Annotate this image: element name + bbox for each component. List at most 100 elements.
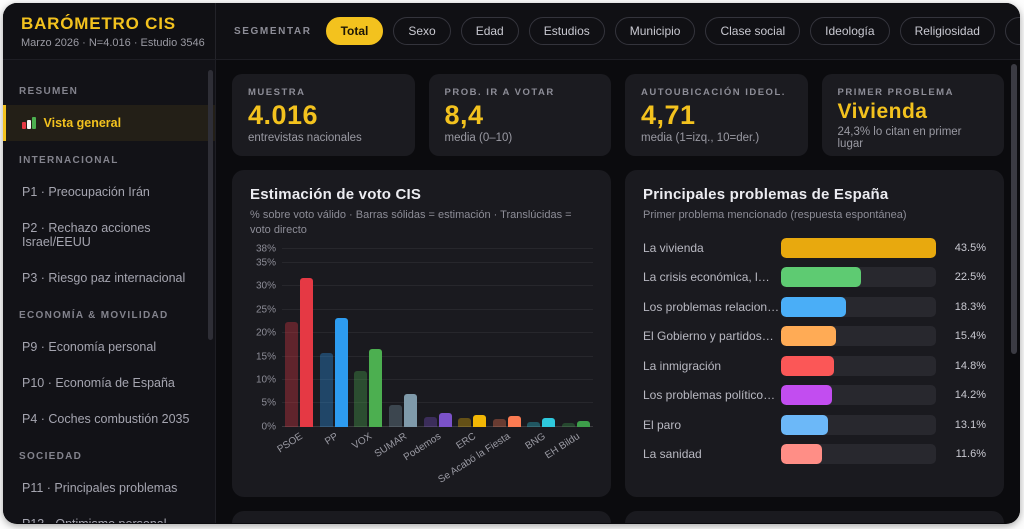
estimation-bar-vox[interactable] — [369, 349, 382, 427]
sidebar-item-p13-optimismo-personal[interactable]: P13 · Optimismo personal — [3, 506, 215, 523]
estimation-bar-bng[interactable] — [542, 418, 555, 427]
kpi-label: PRIMER PROBLEMA — [838, 87, 989, 98]
problem-bar-fill[interactable] — [781, 356, 834, 376]
segment-tab-municipio[interactable]: Municipio — [615, 17, 696, 45]
charts-row: Estimación de voto CIS % sobre voto váli… — [232, 170, 1004, 497]
sidebar-item-p2-rechazo-acciones-israel-eeuu[interactable]: P2 · Rechazo acciones Israel/EEUU — [3, 210, 215, 260]
main-scrollbar[interactable] — [1011, 64, 1017, 354]
problem-bar-track — [781, 297, 936, 317]
y-tick-label: 10% — [256, 374, 276, 385]
kpi-row: MUESTRA4.016entrevistas nacionalesPROB. … — [232, 74, 1004, 156]
problem-bar-fill[interactable] — [781, 297, 846, 317]
problem-value: 13.1% — [936, 419, 986, 431]
x-tick-label: PSOE — [276, 431, 305, 455]
segment-tab-religiosidad[interactable]: Religiosidad — [900, 17, 995, 45]
sidebar: RESUMENVista generalINTERNACIONALP1 · Pr… — [3, 60, 216, 523]
y-tick-label: 5% — [262, 398, 276, 409]
x-label-cell: Se Acabó la Fiesta — [489, 427, 524, 485]
sidebar-section-title: RESUMEN — [3, 72, 215, 105]
sidebar-scrollbar[interactable] — [208, 70, 213, 340]
bar-group-bng — [524, 249, 559, 427]
clipped-card — [625, 511, 1004, 523]
bar-group-pp — [317, 249, 352, 427]
y-axis: 0%5%10%15%20%25%30%35%38% — [250, 249, 282, 427]
x-label-cell: PSOE — [282, 427, 317, 485]
segment-tab-recuerdo-de-voto[interactable]: Recuerdo de voto — [1005, 17, 1020, 45]
problem-bar-track — [781, 356, 936, 376]
problems-card: Principales problemas de España Primer p… — [625, 170, 1004, 497]
direct-vote-bar-erc[interactable] — [458, 418, 471, 426]
sidebar-item-p3-riesgo-paz-internacional[interactable]: P3 · Riesgo paz internacional — [3, 260, 215, 296]
segment-tab-ideología[interactable]: Ideología — [810, 17, 889, 45]
sidebar-section-title: SOCIEDAD — [3, 437, 215, 470]
sidebar-item-p1-preocupaci-n-ir-n[interactable]: P1 · Preocupación Irán — [3, 174, 215, 210]
y-tick-label: 20% — [256, 328, 276, 339]
estimation-bar-podemos[interactable] — [439, 413, 452, 427]
vote-chart-plot-wrap: 0%5%10%15%20%25%30%35%38% — [250, 249, 593, 427]
segment-tabs: Total Sexo Edad Estudios Municipio Clase soci… — [326, 17, 1020, 45]
estimation-bar-sumar[interactable] — [404, 394, 417, 427]
sidebar-item-label: P11 · Principales problemas — [22, 481, 177, 495]
kpi-subtext: 24,3% lo citan en primer lugar — [838, 126, 989, 150]
kpi-value: 8,4 — [445, 101, 596, 129]
kpi-label: AUTOUBICACIÓN IDEOL. — [641, 87, 792, 98]
problem-row-6: El paro13.1% — [643, 414, 986, 435]
sidebar-item-p4-coches-combusti-n-2035[interactable]: P4 · Coches combustión 2035 — [3, 401, 215, 437]
kpi-card-prob-ir-a-votar: PROB. IR A VOTAR8,4media (0–10) — [429, 74, 612, 156]
sidebar-item-p10-econom-a-de-espa-a[interactable]: P10 · Economía de España — [3, 365, 215, 401]
estimation-bar-erc[interactable] — [473, 415, 486, 427]
problem-bar-fill[interactable] — [781, 238, 936, 258]
x-tick-label: ERC — [454, 431, 478, 452]
problem-bar-fill[interactable] — [781, 444, 822, 464]
x-label-cell: EH Bildu — [559, 427, 594, 485]
problem-bar-fill[interactable] — [781, 326, 836, 346]
segment-tab-sexo[interactable]: Sexo — [393, 17, 450, 45]
segment-tab-estudios[interactable]: Estudios — [529, 17, 605, 45]
sidebar-item-p11-principales-problemas[interactable]: P11 · Principales problemas — [3, 470, 215, 506]
direct-vote-bar-sumar[interactable] — [389, 405, 402, 427]
problem-bar-fill[interactable] — [781, 415, 828, 435]
sidebar-item-label: P2 · Rechazo acciones Israel/EEUU — [22, 221, 199, 249]
vote-estimation-card: Estimación de voto CIS % sobre voto váli… — [232, 170, 611, 497]
problem-row-7: La sanidad11.6% — [643, 444, 986, 465]
vote-chart-title: Estimación de voto CIS — [250, 186, 593, 203]
problem-bar-fill[interactable] — [781, 385, 832, 405]
direct-vote-bar-podemos[interactable] — [424, 417, 437, 427]
sidebar-section-title: INTERNACIONAL — [3, 141, 215, 174]
kpi-value: Vivienda — [838, 101, 989, 123]
sidebar-item-p9-econom-a-personal[interactable]: P9 · Economía personal — [3, 329, 215, 365]
direct-vote-bar-pp[interactable] — [320, 353, 333, 427]
problem-bar-track — [781, 385, 936, 405]
problem-label: El Gobierno y partidos… — [643, 329, 781, 343]
problem-label: La inmigración — [643, 359, 781, 373]
segment-bar: SEGMENTAR TotalSexoEdadEstudiosMunicipio… — [216, 17, 1020, 45]
y-tick-label: 30% — [256, 281, 276, 292]
segment-tab-clase-social[interactable]: Clase social — [705, 17, 800, 45]
estimation-bar-se-acab-la-fiesta[interactable] — [508, 416, 521, 427]
sidebar-item-vista-general[interactable]: Vista general — [3, 105, 215, 141]
problem-bar-track — [781, 326, 936, 346]
segment-tab-total[interactable]: Total — [326, 17, 384, 45]
direct-vote-bar-se-acab-la-fiesta[interactable] — [493, 419, 506, 426]
bar-group-vox — [351, 249, 386, 427]
bar-group-erc — [455, 249, 490, 427]
estimation-bar-psoe[interactable] — [300, 278, 313, 427]
problem-value: 15.4% — [936, 330, 986, 342]
problem-bar-fill[interactable] — [781, 267, 861, 287]
app-header: BARÓMETRO CIS Marzo 2026 · N=4.016 · Est… — [3, 3, 1020, 60]
sidebar-item-label: P13 · Optimismo personal — [22, 517, 167, 523]
direct-vote-bar-psoe[interactable] — [285, 322, 298, 426]
segment-tab-edad[interactable]: Edad — [461, 17, 519, 45]
x-label-cell: PP — [317, 427, 352, 485]
vote-chart-plot — [282, 249, 593, 427]
estimation-bar-pp[interactable] — [335, 318, 348, 427]
problem-label: Los problemas político… — [643, 388, 781, 402]
problem-label: La crisis económica, l… — [643, 270, 781, 284]
problem-value: 18.3% — [936, 301, 986, 313]
direct-vote-bar-vox[interactable] — [354, 371, 367, 427]
problem-value: 43.5% — [936, 242, 986, 254]
problem-bar-track — [781, 415, 936, 435]
sidebar-item-label: P10 · Economía de España — [22, 376, 175, 390]
clipped-cards-row — [232, 511, 1004, 523]
problem-value: 14.8% — [936, 360, 986, 372]
